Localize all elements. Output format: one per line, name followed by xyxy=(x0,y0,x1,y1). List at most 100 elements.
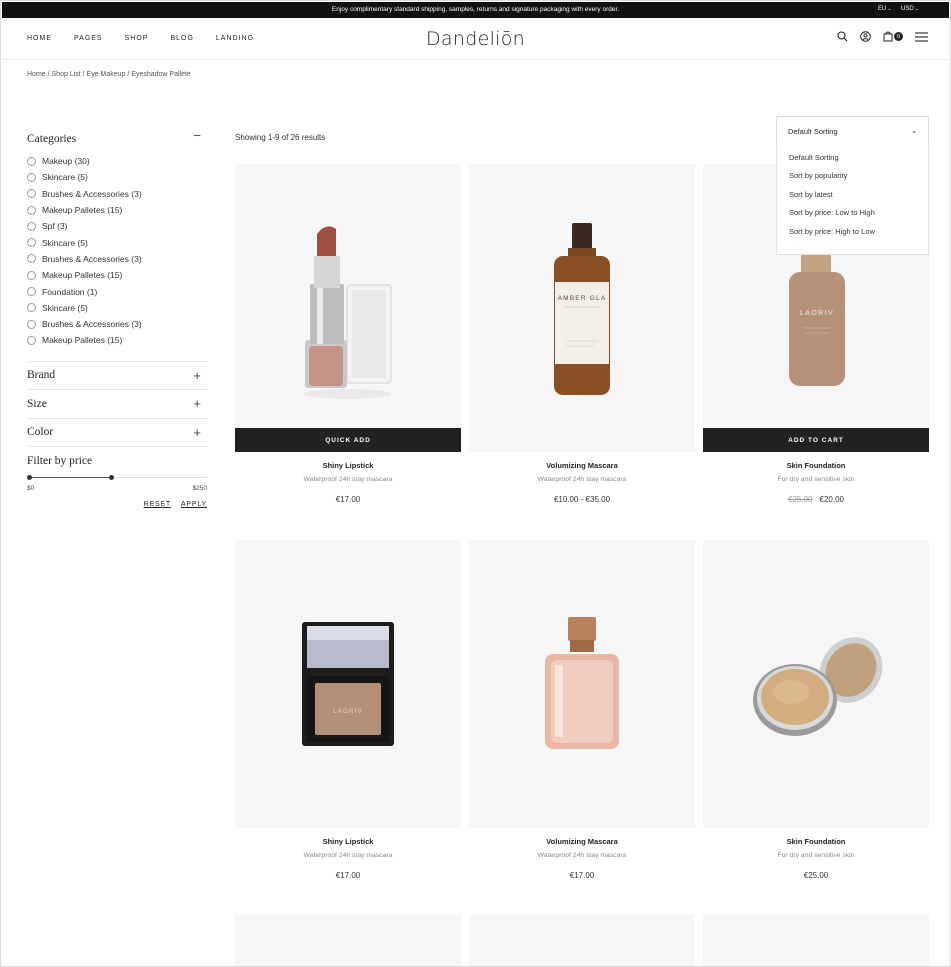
category-item[interactable]: Brushes & Accessories (3) xyxy=(27,186,207,202)
product-image[interactable] xyxy=(469,540,695,828)
product-name[interactable]: Skin Foundation xyxy=(703,837,929,846)
radio-icon[interactable] xyxy=(27,205,36,215)
product-card-placeholder[interactable] xyxy=(703,915,929,966)
product-name[interactable]: Shiny Lipstick xyxy=(235,837,461,846)
categories-header[interactable]: Categories − xyxy=(27,129,207,153)
category-item[interactable]: Skincare (5) xyxy=(27,300,207,316)
user-icon[interactable] xyxy=(860,31,871,42)
product-price: €17.00 xyxy=(569,871,595,880)
product-description: For dry and sensitive skin xyxy=(777,852,855,859)
product-card[interactable]: Skin Foundation For dry and sensitive sk… xyxy=(703,540,929,880)
loose-powder-image xyxy=(753,637,883,736)
facet-color[interactable]: Color + xyxy=(27,417,207,447)
breadcrumb[interactable]: Home / Shop List / Eye Makeup / Eyeshado… xyxy=(27,71,191,78)
category-item[interactable]: Makeup Palletes (15) xyxy=(27,202,207,218)
plus-icon[interactable]: + xyxy=(193,369,201,382)
currency-selector[interactable]: USD⌄ xyxy=(901,6,919,12)
product-image[interactable] xyxy=(703,540,929,828)
product-image[interactable]: AMBER GLA xyxy=(469,164,695,452)
product-card[interactable]: AMBER GLA Volumizing Mascara Waterproof … xyxy=(469,164,695,504)
product-card-placeholder[interactable] xyxy=(469,915,695,966)
filter-sidebar: Categories − Makeup (30) Skincare (5) Br… xyxy=(27,129,207,515)
search-icon[interactable] xyxy=(837,31,848,42)
product-name[interactable]: Volumizing Mascara xyxy=(469,461,695,470)
radio-icon[interactable] xyxy=(27,335,36,345)
add-to-cart-button[interactable]: ADD TO CART xyxy=(703,428,929,452)
slider-range xyxy=(29,477,111,479)
cart-count-badge: 0 xyxy=(894,32,903,41)
sort-dropdown[interactable]: Default Sorting ⌄ xyxy=(776,116,929,146)
results-count: Showing 1-9 of 26 results xyxy=(235,133,326,142)
product-name[interactable]: Skin Foundation xyxy=(703,461,929,470)
radio-icon[interactable] xyxy=(27,238,36,248)
category-item[interactable]: Makeup (30) xyxy=(27,153,207,169)
apply-button[interactable]: APPLY xyxy=(181,501,207,508)
category-item[interactable]: Skincare (5) xyxy=(27,169,207,185)
product-name[interactable]: Shiny Lipstick xyxy=(235,461,461,470)
sort-option[interactable]: Default Sorting xyxy=(777,153,928,171)
product-label: AMBER GLA xyxy=(558,295,607,302)
radio-icon[interactable] xyxy=(27,189,36,199)
product-card-placeholder[interactable] xyxy=(235,915,461,966)
product-label: LAORIV xyxy=(333,709,363,715)
product-price: €25.00 €20.00 xyxy=(788,495,844,504)
sort-option[interactable]: Sort by popularity xyxy=(777,171,928,189)
radio-icon[interactable] xyxy=(27,270,36,280)
compact-palette-image: LAORIV xyxy=(302,622,394,746)
product-description: Waterproof 24h stay mascara xyxy=(537,476,627,483)
product-card[interactable]: Volumizing Mascara Waterproof 24h stay m… xyxy=(469,540,695,880)
radio-icon[interactable] xyxy=(27,221,36,231)
hamburger-icon[interactable] xyxy=(915,31,928,42)
category-item[interactable]: Brushes & Accessories (3) xyxy=(27,251,207,267)
price-max: $250 xyxy=(192,485,207,493)
product-price: €17.00 xyxy=(335,871,361,880)
plus-icon[interactable]: + xyxy=(193,426,201,439)
plus-icon[interactable]: + xyxy=(193,397,201,410)
facet-size[interactable]: Size + xyxy=(27,389,207,418)
category-item[interactable]: Makeup Palletes (15) xyxy=(27,332,207,348)
product-card[interactable]: QUICK ADD Shiny Lipstick Waterproof 24h … xyxy=(235,164,461,504)
header-icons: 0 xyxy=(825,31,928,42)
sort-dropdown-menu: Default Sorting Sort by popularity Sort … xyxy=(776,145,929,255)
price-range-labels: $0 $250 xyxy=(27,485,207,497)
slider-handle-max[interactable] xyxy=(109,475,114,481)
category-item[interactable]: Skincare (5) xyxy=(27,234,207,250)
site-header: HOME PAGES SHOP BLOG LANDING Dandeliōn 0 xyxy=(2,18,949,60)
price-slider[interactable] xyxy=(27,471,207,485)
sort-option[interactable]: Sort by price: High to Low xyxy=(777,227,928,245)
product-image[interactable]: LAORIV xyxy=(235,540,461,828)
product-card[interactable]: LAORIV Shiny Lipstick Waterproof 24h sta… xyxy=(235,540,461,880)
sort-option[interactable]: Sort by price: Low to High xyxy=(777,208,928,226)
price-actions: RESET APPLY xyxy=(27,501,207,515)
category-item[interactable]: Spf (3) xyxy=(27,218,207,234)
region-selector[interactable]: EU⌄ xyxy=(878,6,892,12)
chevron-down-icon: ⌄ xyxy=(911,128,917,135)
product-price: €25.00 xyxy=(803,871,829,880)
category-item[interactable]: Makeup Palletes (15) xyxy=(27,267,207,283)
radio-icon[interactable] xyxy=(27,156,36,166)
serum-bottle-image: AMBER GLA xyxy=(554,223,610,395)
product-price: €10.00 - €35.00 xyxy=(553,495,611,504)
radio-icon[interactable] xyxy=(27,319,36,329)
radio-icon[interactable] xyxy=(27,287,36,297)
radio-icon[interactable] xyxy=(27,172,36,182)
price-filter-title: Filter by price xyxy=(27,455,93,468)
product-image[interactable]: QUICK ADD xyxy=(235,164,461,452)
cart-button[interactable]: 0 xyxy=(883,31,903,42)
product-description: For dry and sensitive skin xyxy=(777,476,855,483)
quick-add-button[interactable]: QUICK ADD xyxy=(235,428,461,452)
brand-logo[interactable]: Dandeliōn xyxy=(2,28,949,50)
radio-icon[interactable] xyxy=(27,254,36,264)
facet-brand[interactable]: Brand + xyxy=(27,360,207,390)
slider-handle-min[interactable] xyxy=(27,475,32,481)
minus-icon[interactable]: − xyxy=(193,129,201,142)
reset-button[interactable]: RESET xyxy=(144,501,171,508)
sort-option[interactable]: Sort by latest xyxy=(777,190,928,208)
bag-icon xyxy=(883,31,893,42)
category-item[interactable]: Brushes & Accessories (3) xyxy=(27,316,207,332)
product-name[interactable]: Volumizing Mascara xyxy=(469,837,695,846)
announcement-message: Enjoy complimentary standard shipping, s… xyxy=(331,6,620,13)
radio-icon[interactable] xyxy=(27,303,36,313)
perfume-bottle-image xyxy=(545,617,619,749)
category-item[interactable]: Foundation (1) xyxy=(27,283,207,299)
